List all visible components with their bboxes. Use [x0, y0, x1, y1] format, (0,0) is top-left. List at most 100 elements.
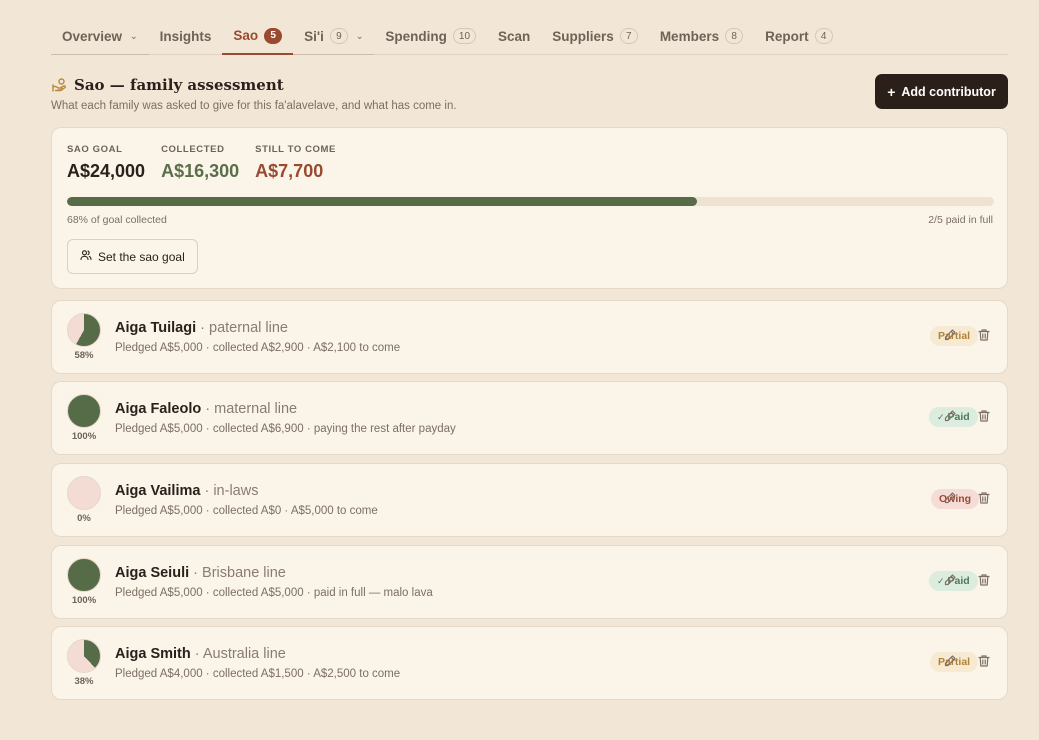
stat-goal-label: SAO GOAL — [67, 144, 123, 155]
progress-percent: 100% — [71, 431, 97, 442]
contributor-detail: Pledged A$4,000 · collected A$1,500 · A$… — [115, 668, 401, 680]
page-title: Sao — family assessment — [74, 76, 284, 94]
contributor-title: Aiga Smith · Australia line — [115, 646, 286, 662]
tab-count-badge: 5 — [264, 27, 283, 44]
stat-tocome: STILL TO COME A$7,700 — [255, 144, 336, 182]
stat-collected: COLLECTED A$16,300 — [161, 144, 239, 182]
progress-text: 68% of goal collected — [67, 214, 167, 226]
paid-count-text: 2/5 paid in full — [928, 214, 993, 226]
contributor-title: Aiga Faleolo · maternal line — [115, 401, 297, 417]
contribution-progress: 100% — [66, 394, 102, 442]
progress-percent: 0% — [77, 513, 91, 524]
tab-scan[interactable]: Scan — [487, 18, 541, 55]
hand-coins-icon — [51, 77, 67, 93]
tab-bar: Overview ⌄ Insights Sao 5 Si'i 9 ⌄ Spend… — [51, 18, 1008, 55]
contributor-row[interactable]: 58% Aiga Tuilagi · paternal line Pledged A… — [51, 300, 1008, 374]
tab-sii[interactable]: Si'i 9 ⌄ — [293, 18, 375, 55]
sao-summary-card: SAO GOAL A$24,000 COLLECTED A$16,300 STI… — [51, 127, 1008, 289]
users-icon — [80, 249, 92, 264]
separator-dot: · — [196, 320, 209, 336]
contributor-row[interactable]: 100% Aiga Faleolo · maternal line Pledged … — [51, 381, 1008, 455]
contribution-progress: 38% — [66, 639, 102, 687]
pencil-icon[interactable] — [943, 409, 959, 425]
goal-progress-bar — [67, 197, 994, 206]
tab-sao[interactable]: Sao 5 — [222, 18, 294, 55]
contributor-name: Aiga Smith — [115, 646, 191, 662]
trash-icon[interactable] — [977, 573, 993, 589]
plus-icon: + — [887, 83, 896, 100]
contributor-detail: Pledged A$5,000 · collected A$0 · A$5,00… — [115, 505, 378, 517]
pencil-icon[interactable] — [943, 491, 959, 507]
contribution-progress: 0% — [66, 476, 102, 524]
contributor-name: Aiga Vailima — [115, 483, 201, 499]
contributor-name: Aiga Faleolo — [115, 401, 202, 417]
stat-tocome-value: A$7,700 — [255, 161, 324, 181]
tab-count-badge: 8 — [725, 28, 744, 44]
tab-label: Si'i — [304, 28, 324, 44]
progress-pie-icon — [67, 476, 101, 510]
contributor-line: Brisbane line — [202, 565, 286, 581]
contributor-name: Aiga Seiuli — [115, 565, 190, 581]
pencil-icon[interactable] — [943, 654, 959, 670]
tab-label: Insights — [159, 28, 212, 44]
progress-percent: 100% — [71, 595, 97, 606]
stat-collected-value: A$16,300 — [161, 161, 240, 181]
contributor-title: Aiga Tuilagi · paternal line — [115, 320, 288, 336]
tab-count-badge: 9 — [329, 28, 348, 44]
progress-pie-icon — [67, 313, 101, 347]
contributor-detail: Pledged A$5,000 · collected A$2,900 · A$… — [115, 342, 401, 354]
set-goal-button[interactable]: Set the sao goal — [67, 239, 198, 274]
contributor-name: Aiga Tuilagi — [115, 320, 197, 336]
tab-label: Overview — [62, 28, 123, 44]
separator-dot: · — [201, 401, 215, 417]
tab-label: Report — [765, 28, 809, 44]
trash-icon[interactable] — [977, 409, 993, 425]
trash-icon[interactable] — [977, 328, 993, 344]
add-contributor-button[interactable]: + Add contributor — [875, 74, 1008, 109]
contributor-title: Aiga Seiuli · Brisbane line — [115, 565, 286, 581]
tab-count-badge: 10 — [452, 28, 477, 44]
contributor-line: paternal line — [209, 320, 288, 336]
separator-dot: · — [190, 646, 203, 662]
pencil-icon[interactable] — [943, 328, 959, 344]
tab-report[interactable]: Report 4 — [754, 18, 844, 55]
contributor-line: in-laws — [213, 483, 259, 499]
tab-spending[interactable]: Spending 10 — [374, 18, 487, 55]
separator-dot: · — [189, 565, 203, 581]
stat-goal-value: A$24,000 — [67, 161, 146, 181]
tab-label: Suppliers — [552, 28, 614, 44]
pencil-icon[interactable] — [943, 573, 959, 589]
contribution-progress: 100% — [66, 558, 102, 606]
tab-count-badge: 7 — [619, 28, 638, 44]
tab-label: Spending — [385, 28, 447, 44]
trash-icon[interactable] — [977, 491, 993, 507]
tab-label: Sao — [233, 28, 259, 43]
stat-collected-label: COLLECTED — [161, 144, 225, 155]
progress-pie-icon — [67, 558, 101, 592]
progress-percent: 58% — [74, 350, 94, 361]
page-subtitle: What each family was asked to give for t… — [51, 100, 457, 112]
trash-icon[interactable] — [977, 654, 993, 670]
tab-insights[interactable]: Insights — [149, 18, 223, 55]
separator-dot: · — [200, 483, 214, 499]
contributor-row[interactable]: 0% Aiga Vailima · in-laws Pledged A$5,000 … — [51, 463, 1008, 537]
contributor-line: maternal line — [214, 401, 298, 417]
chevron-down-icon: ⌄ — [130, 30, 138, 41]
contributor-detail: Pledged A$5,000 · collected A$5,000 · pa… — [115, 587, 433, 599]
progress-pie-icon — [67, 639, 101, 673]
contributor-row[interactable]: 38% Aiga Smith · Australia line Pledged A$… — [51, 626, 1008, 700]
tab-count-badge: 4 — [814, 28, 833, 44]
goal-progress-fill — [67, 197, 698, 206]
set-goal-label: Set the sao goal — [98, 249, 185, 264]
tab-label: Members — [659, 28, 720, 44]
tab-members[interactable]: Members 8 — [649, 18, 754, 55]
stat-tocome-label: STILL TO COME — [255, 144, 336, 155]
tab-overview[interactable]: Overview ⌄ — [51, 18, 149, 55]
contributor-row[interactable]: 100% Aiga Seiuli · Brisbane line Pledged A… — [51, 545, 1008, 619]
contribution-progress: 58% — [66, 313, 102, 361]
progress-percent: 38% — [74, 676, 94, 687]
add-contributor-label: Add contributor — [901, 84, 996, 99]
contributor-detail: Pledged A$5,000 · collected A$6,900 · pa… — [115, 423, 456, 435]
tab-suppliers[interactable]: Suppliers 7 — [541, 18, 649, 55]
contributor-title: Aiga Vailima · in-laws — [115, 483, 258, 499]
